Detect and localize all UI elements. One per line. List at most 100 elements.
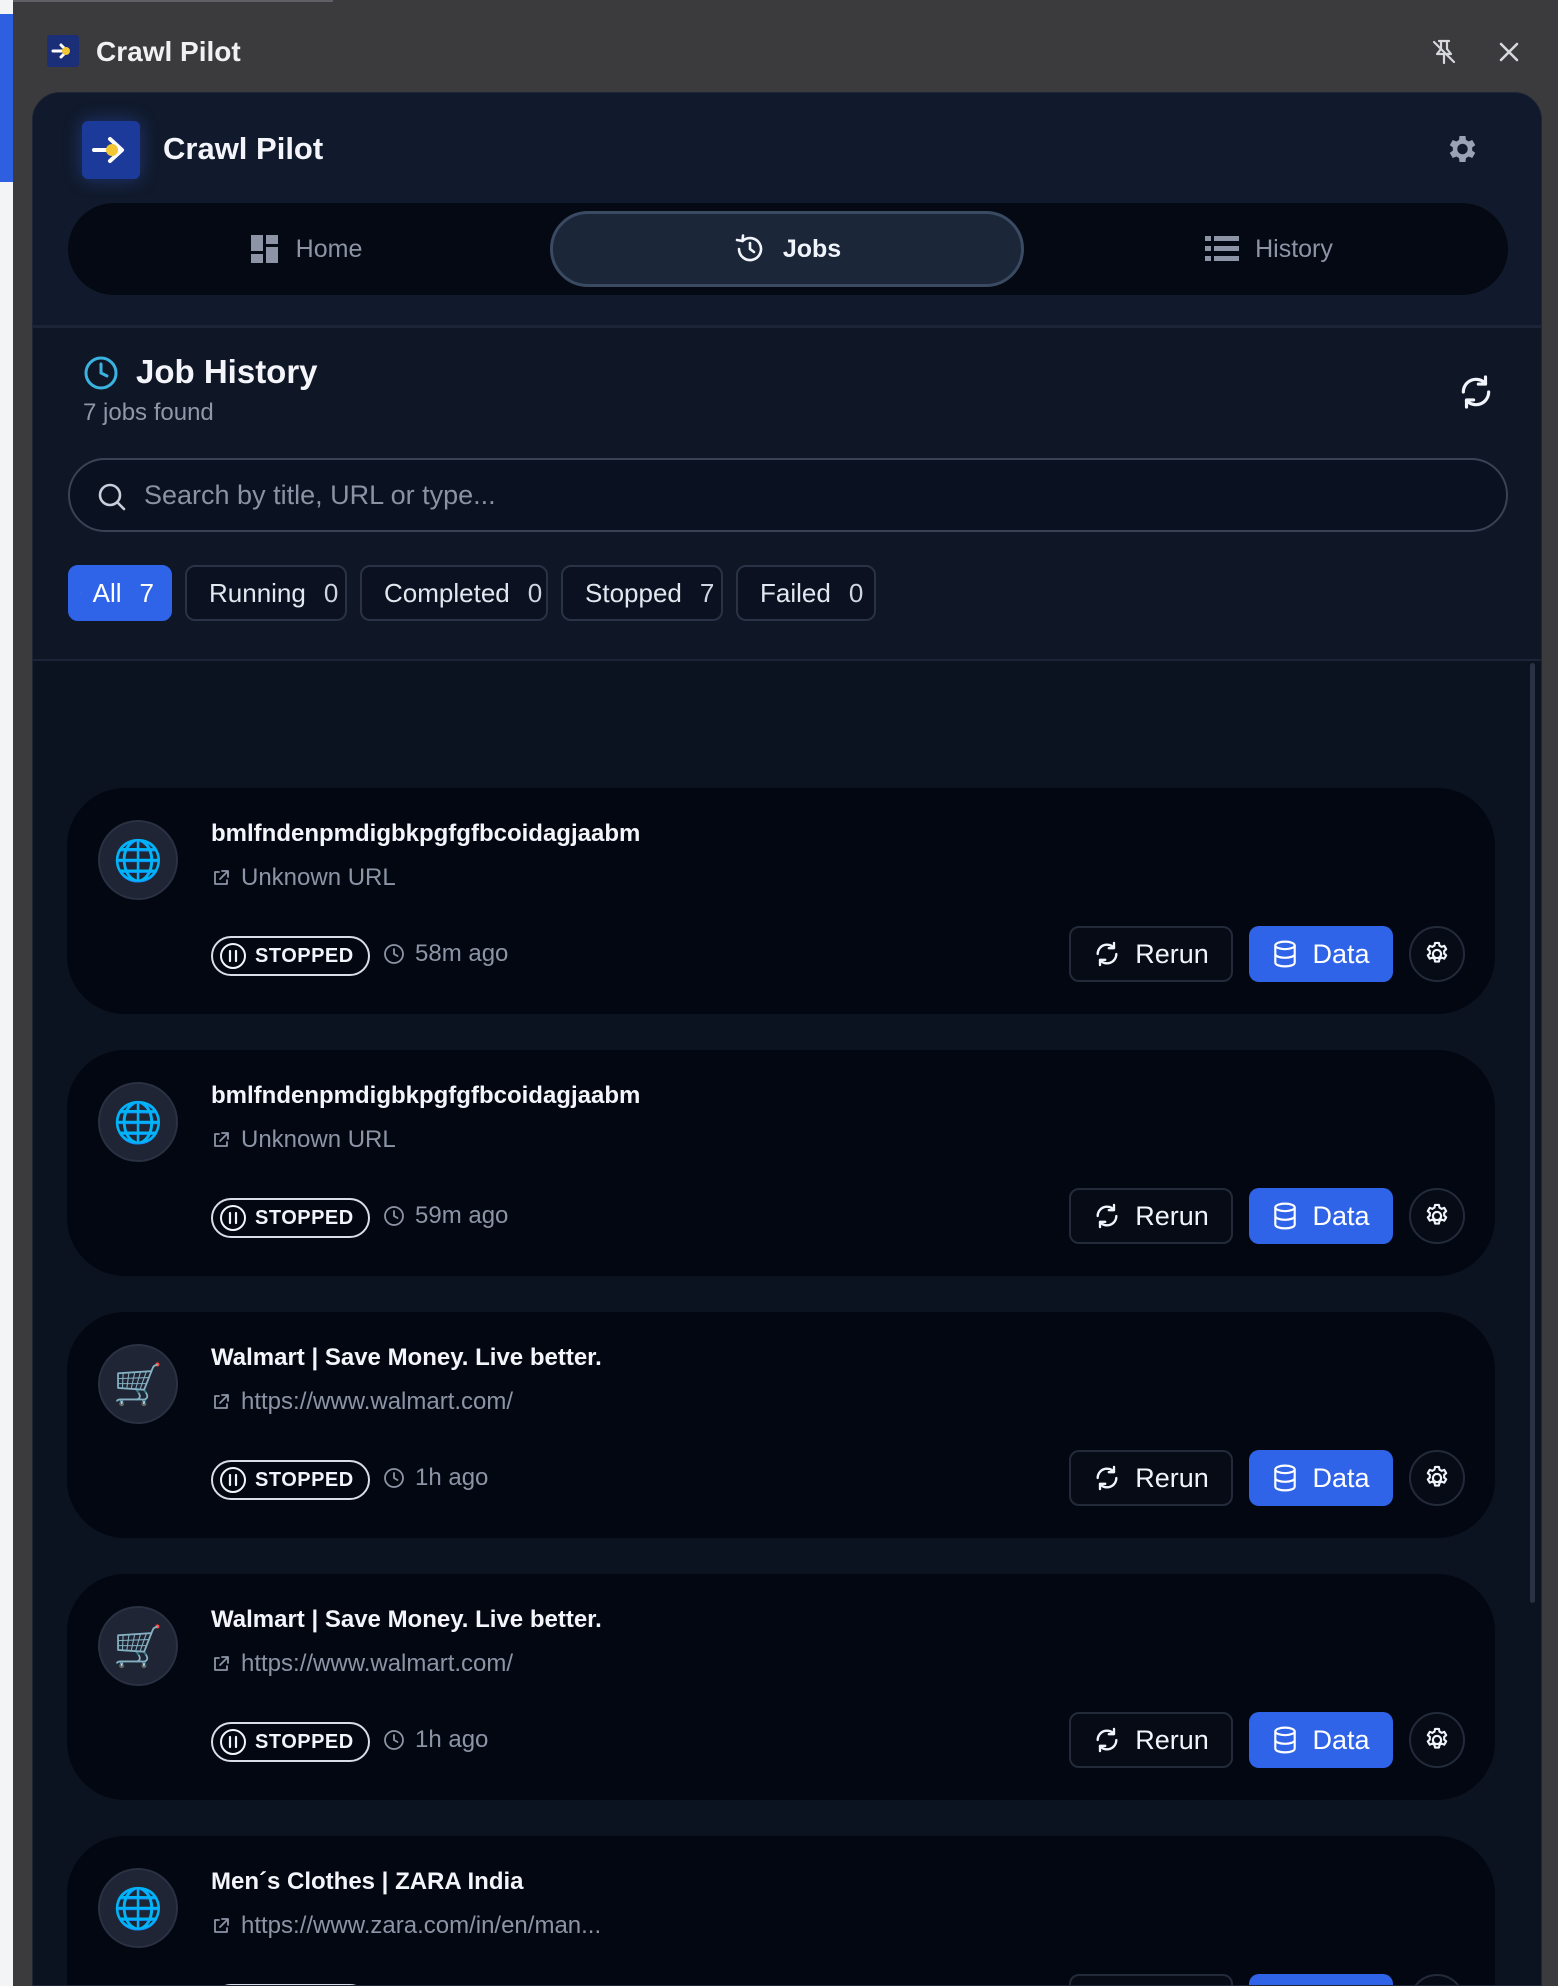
pause-circle-icon: [220, 1467, 246, 1493]
tab-home[interactable]: Home: [76, 211, 536, 287]
background-window-edge: [0, 0, 13, 1986]
clock-icon: [83, 355, 119, 391]
panel-top-edge: [13, 0, 333, 2]
jobs-count: 7 jobs found: [83, 399, 214, 426]
database-icon: [1274, 1726, 1297, 1754]
database-icon: [1274, 940, 1297, 968]
rerun-label: Rerun: [1135, 1462, 1209, 1493]
job-time-text: 59m ago: [415, 1202, 509, 1229]
gear-icon[interactable]: [1443, 131, 1479, 167]
external-link-icon: [214, 1918, 229, 1933]
data-button[interactable]: Data: [1249, 1188, 1393, 1244]
filter-running-label: Running: [209, 577, 306, 608]
refresh-icon: [1096, 1203, 1118, 1229]
filter-stopped[interactable]: Stopped 7: [561, 565, 723, 621]
filter-all-count: 7: [139, 577, 154, 608]
header-divider: [33, 325, 1541, 328]
job-url[interactable]: Unknown URL: [211, 1126, 396, 1154]
data-button[interactable]: Data: [1249, 1712, 1393, 1768]
job-card: 🌐 bmlfndenpmdigbkpgfgfbcoidagjaabm Unkno…: [67, 1050, 1495, 1276]
search-input[interactable]: [144, 460, 1484, 530]
job-settings-button[interactable]: [1409, 926, 1465, 982]
refresh-icon: [1096, 941, 1118, 967]
job-url[interactable]: Unknown URL: [211, 864, 396, 892]
job-url[interactable]: https://www.walmart.com/: [211, 1388, 513, 1416]
job-settings-button[interactable]: [1409, 1974, 1465, 1985]
job-title: bmlfndenpmdigbkpgfgfbcoidagjaabm: [211, 1082, 641, 1109]
status-badge: STOPPED: [211, 1722, 370, 1762]
job-avatar-icon: 🌐: [98, 820, 178, 900]
brand-logo-icon: [82, 121, 140, 179]
filter-failed[interactable]: Failed 0: [736, 565, 876, 621]
data-button[interactable]: Data: [1249, 1974, 1393, 1985]
rerun-label: Rerun: [1135, 938, 1209, 969]
status-badge: STOPPED: [211, 936, 370, 976]
external-link-icon: [214, 1656, 229, 1671]
gear-icon: [1426, 1203, 1448, 1225]
filter-completed-count: 0: [527, 577, 543, 608]
job-settings-button[interactable]: [1409, 1450, 1465, 1506]
external-link-icon: [214, 1394, 229, 1409]
filter-failed-label: Failed: [760, 577, 831, 608]
window-titlebar: Crawl Pilot: [13, 18, 1558, 90]
status-text: STOPPED: [255, 1468, 354, 1491]
data-label: Data: [1312, 1200, 1370, 1231]
job-settings-button[interactable]: [1409, 1188, 1465, 1244]
data-label: Data: [1312, 938, 1370, 969]
unpin-icon[interactable]: [1428, 36, 1460, 68]
close-icon[interactable]: [1493, 36, 1525, 68]
job-time: 1h ago: [383, 1464, 488, 1492]
pause-circle-icon: [220, 943, 246, 969]
search-field[interactable]: [68, 458, 1508, 532]
job-title: Walmart | Save Money. Live better.: [211, 1606, 602, 1633]
job-url[interactable]: https://www.zara.com/in/en/man...: [211, 1912, 601, 1940]
database-icon: [80, 592, 81, 594]
refresh-icon: [1096, 1465, 1118, 1491]
clock-icon: [384, 1730, 404, 1750]
job-avatar-icon: 🌐: [98, 1868, 178, 1948]
refresh-icon[interactable]: [1457, 373, 1495, 411]
filter-running[interactable]: Running 0: [185, 565, 347, 621]
rerun-button[interactable]: Rerun: [1069, 1712, 1233, 1768]
page-title: Job History: [136, 353, 318, 390]
external-link-icon: [214, 870, 229, 885]
side-panel: Crawl Pilot Crawl Pilot Home Jobs Histor…: [13, 0, 1558, 1986]
brand-title: Crawl Pilot: [163, 131, 324, 166]
rerun-button[interactable]: Rerun: [1069, 1450, 1233, 1506]
data-button[interactable]: Data: [1249, 1450, 1393, 1506]
gear-icon: [1426, 1465, 1448, 1487]
database-icon: [1274, 1464, 1297, 1492]
status-text: STOPPED: [255, 944, 354, 967]
rerun-button[interactable]: Rerun: [1069, 926, 1233, 982]
background-window-accent: [0, 14, 13, 182]
job-card: 🌐 bmlfndenpmdigbkpgfgfbcoidagjaabm Unkno…: [67, 788, 1495, 1014]
filter-completed-label: Completed: [384, 577, 510, 608]
filter-completed[interactable]: Completed 0: [360, 565, 548, 621]
clock-icon: [384, 1206, 404, 1226]
pause-circle-icon: [220, 1729, 246, 1755]
window-logo-icon: [47, 35, 79, 67]
filter-all[interactable]: All 7: [68, 565, 172, 621]
job-list: 🌐 bmlfndenpmdigbkpgfgfbcoidagjaabm Unkno…: [33, 661, 1541, 1985]
dashboard-icon: [250, 235, 278, 263]
app-container: Crawl Pilot Home Jobs History Job Histor…: [32, 92, 1542, 1986]
data-button[interactable]: Data: [1249, 926, 1393, 982]
job-title: Walmart | Save Money. Live better.: [211, 1344, 602, 1371]
tab-jobs[interactable]: Jobs: [550, 211, 1024, 287]
main-nav: Home Jobs History: [68, 203, 1508, 295]
job-card: 🛒 Walmart | Save Money. Live better. htt…: [67, 1574, 1495, 1800]
tab-history[interactable]: History: [1038, 211, 1500, 287]
job-url-text: Unknown URL: [241, 864, 396, 891]
job-time: 58m ago: [383, 940, 508, 968]
scrollbar[interactable]: [1530, 663, 1535, 1603]
database-icon: [1274, 1202, 1297, 1230]
data-label: Data: [1312, 1724, 1370, 1755]
job-settings-button[interactable]: [1409, 1712, 1465, 1768]
status-text: STOPPED: [255, 1206, 354, 1229]
rerun-button[interactable]: Rerun: [1069, 1188, 1233, 1244]
rerun-button[interactable]: Rerun: [1069, 1974, 1233, 1985]
search-icon: [96, 481, 128, 513]
pause-circle-icon: [220, 1205, 246, 1231]
job-url[interactable]: https://www.walmart.com/: [211, 1650, 513, 1678]
window-title: Crawl Pilot: [96, 36, 241, 67]
